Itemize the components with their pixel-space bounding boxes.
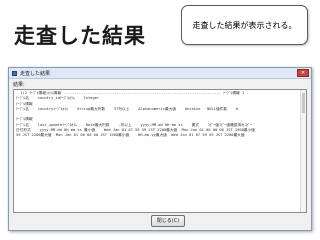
dialog-title: 走査した結果 [20, 70, 51, 77]
slide-title: 走査した結果 [14, 24, 146, 48]
result-dialog: 走査した結果 ✕ 結果: 1(2 ﾃｰﾌﾞﾙ情報)ｶﾗﾑ情報 ---------… [8, 67, 312, 231]
vertical-scrollbar[interactable] [300, 90, 306, 212]
result-label: 結果: [13, 82, 25, 88]
dialog-titlebar: 走査した結果 ✕ [9, 68, 311, 79]
callout-box: 走査した結果が表示される。 [181, 5, 308, 45]
result-line: 59 JST 2200最大値 Mon Jan 01 00 00 00 JST 1… [16, 133, 245, 138]
callout-text: 走査した結果が表示される。 [192, 20, 297, 30]
result-textarea[interactable]: 1(2 ﾃｰﾌﾞﾙ情報)ｶﾗﾑ情報 ----------------------… [13, 89, 307, 213]
scrollbar-thumb[interactable] [302, 93, 305, 113]
close-button[interactable]: 閉じる(C) [151, 215, 185, 227]
window-close-button[interactable]: ✕ [297, 69, 309, 77]
result-lines: 1(2 ﾃｰﾌﾞﾙ情報)ｶﾗﾑ情報 ----------------------… [16, 91, 298, 139]
app-icon [12, 70, 17, 76]
